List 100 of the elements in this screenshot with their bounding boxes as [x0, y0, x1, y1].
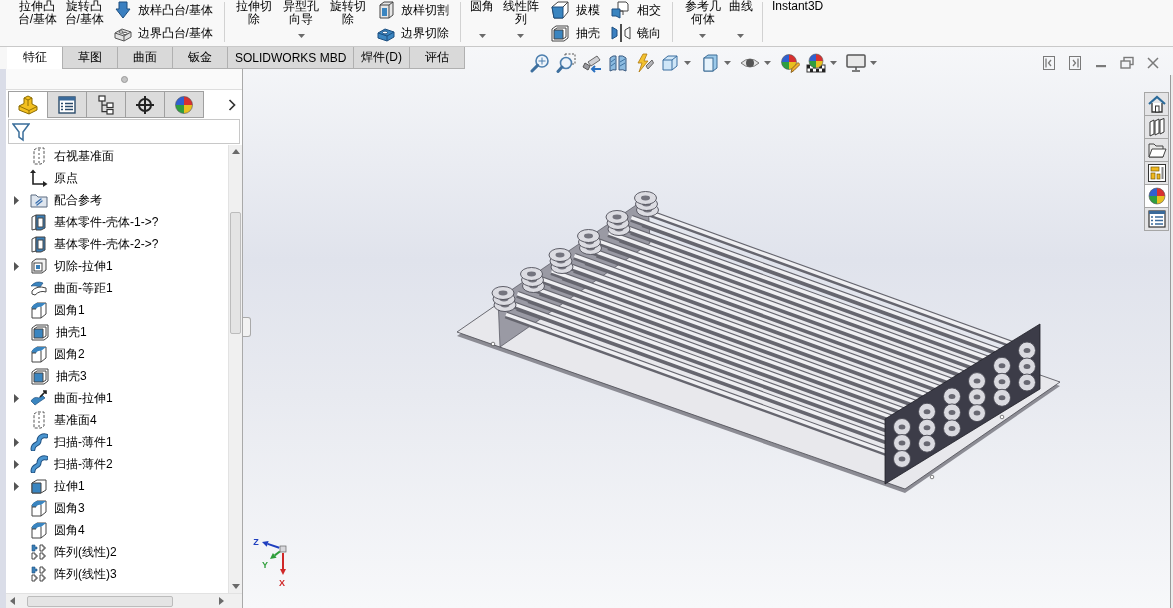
horizontal-scrollbar[interactable]: [6, 593, 242, 608]
expand-arrow-icon[interactable]: [13, 437, 19, 447]
restore-icon[interactable]: [1119, 55, 1135, 71]
caret-icon[interactable]: [737, 34, 745, 38]
body-icon: [30, 213, 48, 231]
expand-arrow-icon[interactable]: [13, 393, 19, 403]
task-pane-tab[interactable]: [1144, 115, 1169, 139]
tree-item[interactable]: 切除-拉伸1: [30, 257, 113, 275]
surface-extrude-icon: [30, 389, 48, 407]
zoom-to-fit-icon[interactable]: [530, 53, 550, 73]
task-pane-tab[interactable]: [1144, 161, 1169, 185]
tree-item[interactable]: 基体零件-壳体-1->?: [30, 213, 159, 231]
command-tab[interactable]: 钣金: [172, 47, 228, 69]
scroll-left-arrow-icon[interactable]: [10, 597, 15, 605]
ribbon-button[interactable]: 抽壳: [550, 23, 603, 43]
tree-item[interactable]: 右视基准面: [30, 147, 114, 165]
ribbon-button[interactable]: 边界凸台/基体: [113, 23, 215, 43]
ribbon-button[interactable]: 拉伸凸台/基体: [15, 0, 60, 42]
command-tab[interactable]: SOLIDWORKS MBD: [227, 47, 355, 69]
ribbon-button[interactable]: 镜向: [611, 23, 664, 43]
task-pane-tab[interactable]: [1144, 138, 1169, 162]
ribbon-button[interactable]: 相交: [611, 0, 664, 20]
task-pane-tab[interactable]: [1144, 207, 1169, 231]
tree-item[interactable]: 抽壳3: [30, 367, 87, 385]
ribbon-button[interactable]: 拉伸切除: [231, 0, 277, 42]
ribbon-button[interactable]: 放样切割: [377, 0, 452, 20]
caret-icon[interactable]: [478, 34, 486, 38]
splitter-handle[interactable]: [120, 75, 128, 83]
chevron-right-icon[interactable]: [228, 99, 236, 111]
panel-tab[interactable]: [125, 91, 165, 118]
tree-item[interactable]: 曲面-等距1: [30, 279, 113, 297]
expand-arrow-icon[interactable]: [13, 261, 19, 271]
panel-collapse-handle[interactable]: [243, 317, 251, 337]
ribbon-button[interactable]: 边界切除: [377, 23, 452, 43]
ribbon-button[interactable]: 旋转切除: [325, 0, 371, 42]
caret-icon[interactable]: [724, 61, 731, 65]
tree-item[interactable]: 原点: [30, 169, 78, 187]
caret-icon[interactable]: [297, 34, 305, 38]
expand-arrow-icon[interactable]: [13, 195, 19, 205]
sphere-checker-icon[interactable]: [806, 53, 826, 73]
zoom-area-icon[interactable]: [556, 53, 576, 73]
tile-left-icon[interactable]: [1041, 55, 1057, 71]
monitor-icon[interactable]: [846, 53, 866, 73]
caret-icon[interactable]: [870, 61, 877, 65]
vertical-scrollbar[interactable]: [228, 145, 242, 593]
ribbon-button[interactable]: 旋转凸台/基体: [61, 0, 107, 42]
task-pane-tab[interactable]: [1144, 184, 1169, 208]
panel-tab[interactable]: [47, 91, 87, 118]
ribbon-button[interactable]: 曲线: [726, 0, 755, 42]
caret-icon[interactable]: [517, 34, 525, 38]
tree-item[interactable]: 曲面-拉伸1: [30, 389, 113, 407]
tile-right-icon[interactable]: [1067, 55, 1083, 71]
tree-item[interactable]: 抽壳1: [30, 323, 87, 341]
filter-field[interactable]: [8, 119, 240, 144]
caret-icon[interactable]: [830, 61, 837, 65]
caret-icon[interactable]: [764, 61, 771, 65]
scrollbar-thumb[interactable]: [230, 212, 241, 334]
caret-icon[interactable]: [684, 61, 691, 65]
panel-tab[interactable]: [86, 91, 126, 118]
tree-item[interactable]: 阵列(线性)3: [30, 565, 117, 583]
sweep-icon: [30, 455, 48, 473]
task-pane-tab[interactable]: [1144, 92, 1169, 116]
scrollbar-thumb[interactable]: [27, 595, 173, 607]
tree-item[interactable]: 圆角1: [30, 301, 85, 319]
command-tab[interactable]: 曲面: [117, 47, 173, 69]
shaded-box-icon[interactable]: [700, 53, 720, 73]
ribbon-button[interactable]: 线性阵列: [498, 0, 544, 42]
section-view-icon[interactable]: [608, 53, 628, 73]
ribbon-button[interactable]: 圆角: [468, 0, 497, 42]
tree-item[interactable]: 基体零件-壳体-2->?: [30, 235, 159, 253]
previous-view-icon[interactable]: [582, 53, 602, 73]
tree-item[interactable]: 扫描-薄件1: [30, 433, 113, 451]
lightning-icon[interactable]: [634, 53, 654, 73]
tree-item[interactable]: 拉伸1: [30, 477, 85, 495]
command-tab[interactable]: 草图: [62, 47, 118, 69]
ribbon-button[interactable]: 参考几何体: [680, 0, 725, 42]
scroll-down-arrow-icon[interactable]: [231, 584, 240, 589]
caret-icon[interactable]: [699, 34, 706, 38]
command-tab[interactable]: 焊件(D): [353, 47, 411, 69]
tree-item[interactable]: 圆角2: [30, 345, 85, 363]
tree-item[interactable]: 基准面4: [30, 411, 97, 429]
ribbon-button[interactable]: Instant3D: [769, 0, 826, 42]
arrow-down-icon: [113, 1, 132, 19]
ribbon-button[interactable]: 拔模: [550, 0, 603, 20]
tree-item[interactable]: 扫描-薄件2: [30, 455, 113, 473]
ribbon-button[interactable]: 放样凸台/基体: [113, 0, 215, 20]
tree-item[interactable]: 圆角3: [30, 499, 85, 517]
tree-item[interactable]: 配合参考: [30, 191, 102, 209]
command-tab[interactable]: 特征: [7, 47, 63, 69]
close-icon[interactable]: [1145, 55, 1161, 71]
tree-item[interactable]: 阵列(线性)2: [30, 543, 117, 561]
expand-arrow-icon[interactable]: [13, 459, 19, 469]
expand-arrow-icon[interactable]: [13, 481, 19, 491]
command-tab[interactable]: 评估: [409, 47, 466, 69]
tree-item[interactable]: 圆角4: [30, 521, 85, 539]
cube-icon[interactable]: [660, 53, 680, 73]
scroll-up-arrow-icon[interactable]: [231, 149, 240, 154]
sphere-pencil-icon[interactable]: [780, 53, 800, 73]
ribbon-button[interactable]: 异型孔向导: [278, 0, 324, 42]
scroll-right-arrow-icon[interactable]: [219, 597, 224, 605]
